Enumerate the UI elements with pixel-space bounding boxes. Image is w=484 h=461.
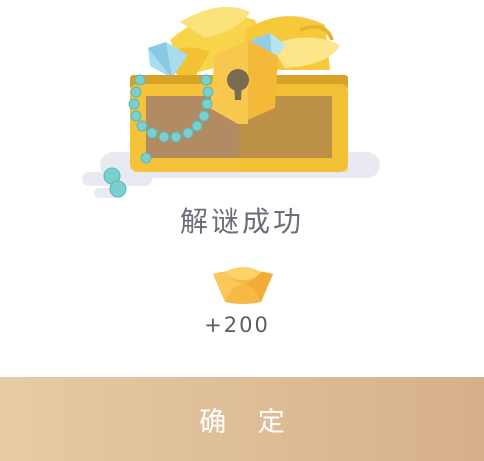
- confirm-button-label: 确 定: [199, 406, 297, 437]
- gold-ingot-icon: [213, 267, 273, 304]
- treasure-chest-illustration: [82, 6, 380, 198]
- success-dialog: 解谜成功 +200 确 定: [0, 0, 484, 461]
- reward-amount: +200: [204, 313, 270, 337]
- result-title: 解谜成功: [179, 205, 304, 238]
- confirm-button[interactable]: 确 定: [0, 377, 484, 461]
